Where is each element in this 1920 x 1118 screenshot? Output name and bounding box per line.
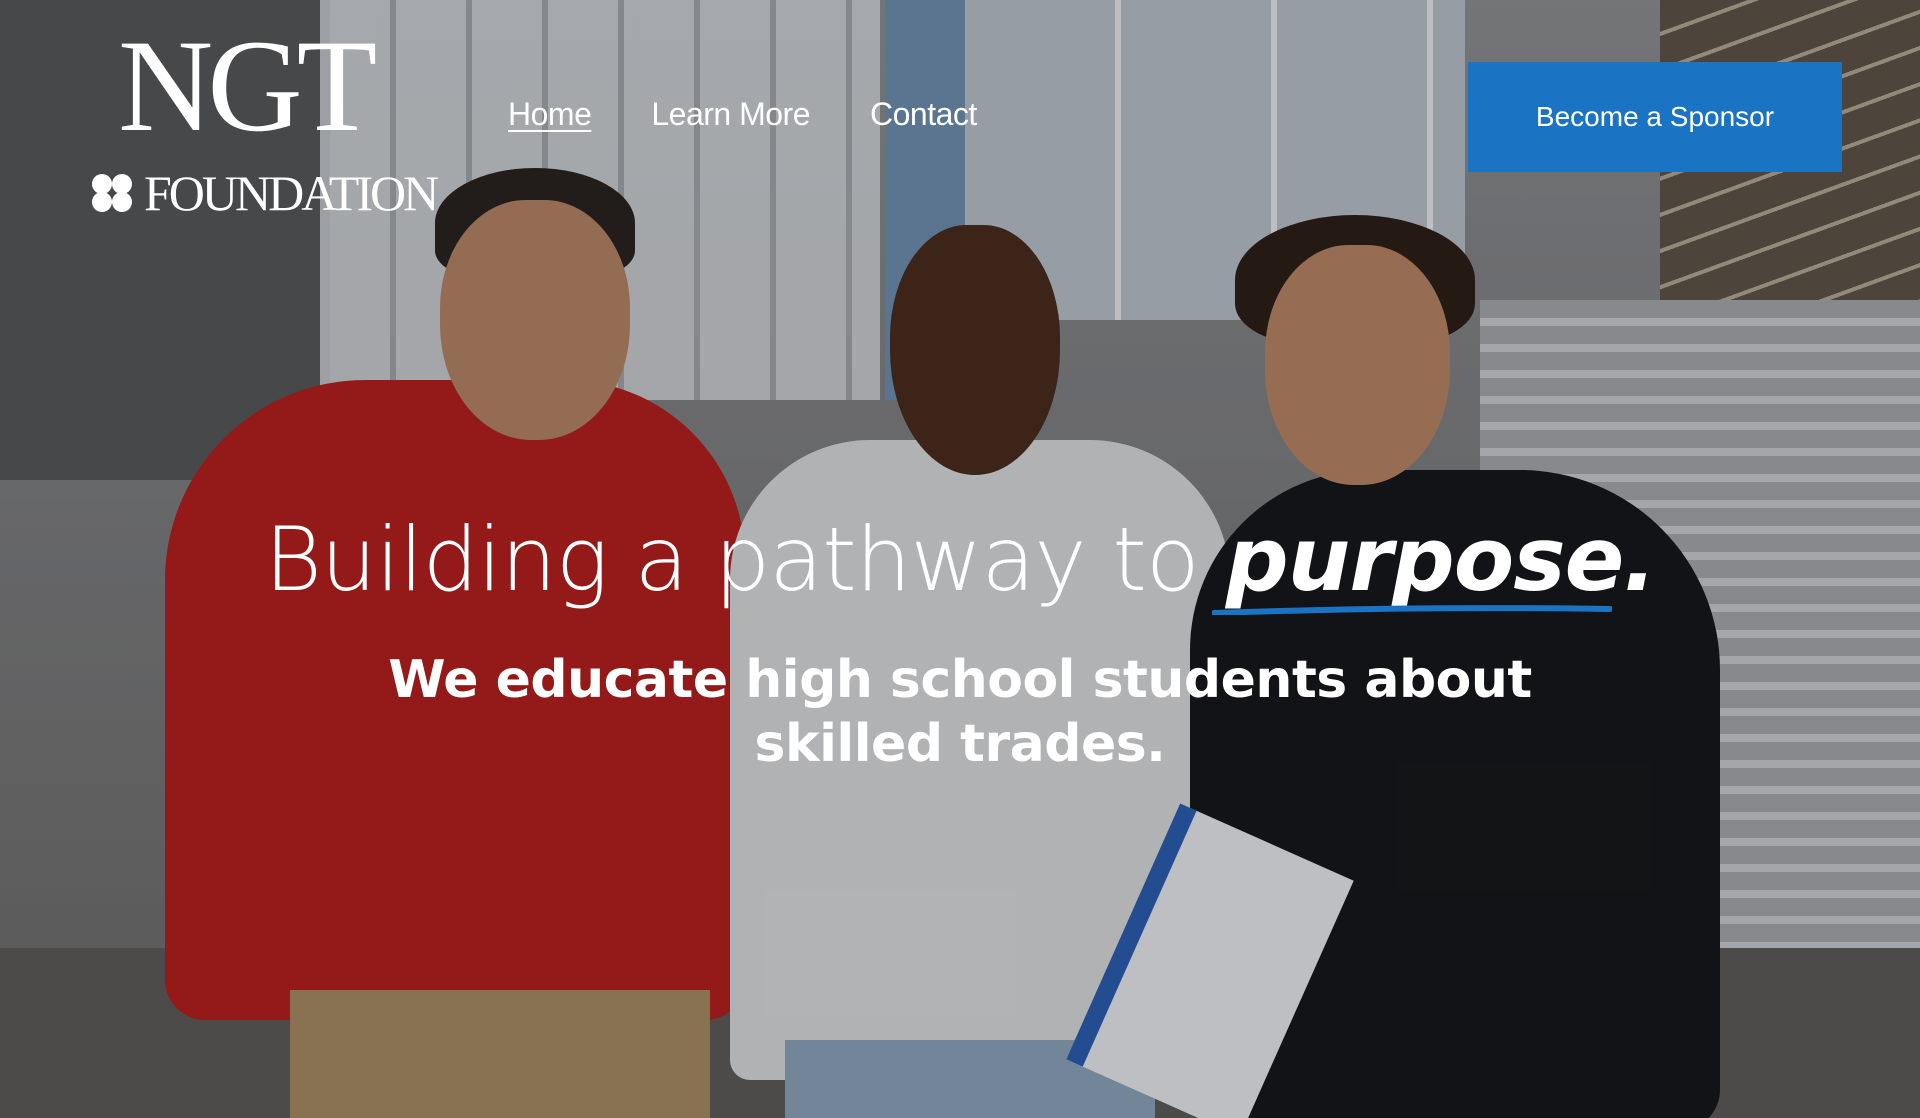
nav-home[interactable]: Home [508, 96, 592, 133]
nav-contact[interactable]: Contact [870, 96, 977, 133]
logo-wordmark: NGT [118, 12, 377, 159]
headline-prefix: Building a pathway to [264, 508, 1226, 611]
hero-subheadline: We educate high school students about sk… [388, 650, 1532, 774]
logo-sub-row: FOUNDATION [88, 165, 439, 221]
become-sponsor-button[interactable]: Become a Sponsor [1468, 62, 1842, 172]
headline-emphasis-text: purpose. [1225, 508, 1657, 611]
nav-learn-more[interactable]: Learn More [651, 96, 810, 133]
headline-emphasis: purpose. [1211, 508, 1657, 615]
logo-subtitle: FOUNDATION [144, 165, 439, 221]
underline-swoosh-icon [1211, 605, 1612, 615]
logo-dots-icon [88, 171, 138, 215]
main-nav: Home Learn More Contact [508, 96, 977, 133]
hero-headline: Building a pathway to purpose. [0, 508, 1920, 615]
site-logo[interactable]: NGT FOUNDATION [88, 12, 439, 220]
hero-section: NGT FOUNDATION Home Learn More Contact B… [0, 0, 1920, 1118]
